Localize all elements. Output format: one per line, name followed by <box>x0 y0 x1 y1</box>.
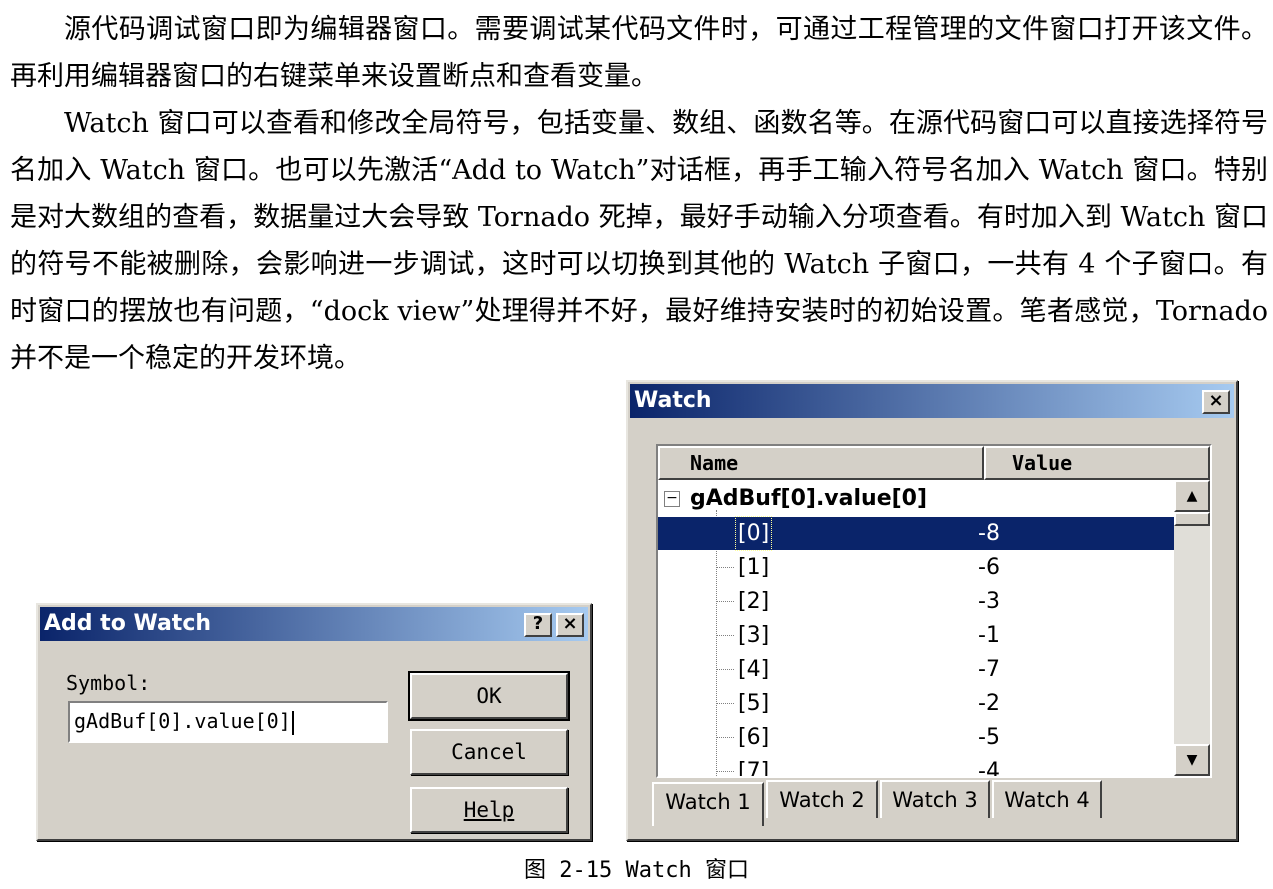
row-value[interactable]: -7 <box>978 653 1000 686</box>
tab-watch-4[interactable]: Watch 4 <box>992 780 1102 818</box>
row-value[interactable]: -1 <box>978 619 1000 652</box>
dialog-titlebar: Add to Watch ? × <box>40 607 588 641</box>
document-body: 源代码调试窗口即为编辑器窗口。需要调试某代码文件时，可通过工程管理的文件窗口打开… <box>10 6 1268 382</box>
symbol-input[interactable]: gAdBuf[0].value[0] <box>68 701 388 743</box>
row-value[interactable]: -6 <box>978 551 1000 584</box>
row-name: [6] <box>738 725 770 750</box>
tree-root-row[interactable]: − gAdBuf[0].value[0] <box>664 484 927 514</box>
table-row[interactable]: [5] -2 <box>658 687 1174 720</box>
tab-watch-3[interactable]: Watch 3 <box>880 780 990 818</box>
row-value[interactable]: -2 <box>978 687 1000 720</box>
table-row[interactable]: [7] -4 <box>658 755 1174 778</box>
table-row[interactable]: [4] -7 <box>658 653 1174 686</box>
ok-button[interactable]: OK <box>408 671 570 721</box>
root-symbol: gAdBuf[0].value[0] <box>690 486 928 511</box>
row-value[interactable]: -3 <box>978 585 1000 618</box>
help-button[interactable]: Help <box>410 787 568 833</box>
cancel-button[interactable]: Cancel <box>410 729 568 775</box>
row-value[interactable]: -8 <box>978 517 1000 550</box>
add-to-watch-dialog: Add to Watch ? × Symbol: gAdBuf[0].value… <box>36 603 592 841</box>
text-caret <box>291 710 294 735</box>
collapse-icon[interactable]: − <box>664 491 680 507</box>
row-name: [3] <box>738 623 770 648</box>
paragraph-1: 源代码调试窗口即为编辑器窗口。需要调试某代码文件时，可通过工程管理的文件窗口打开… <box>10 14 1268 92</box>
tab-watch-2[interactable]: Watch 2 <box>766 780 878 818</box>
paragraph-2: Watch 窗口可以查看和修改全局符号，包括变量、数组、函数名等。在源代码窗口可… <box>10 108 1268 374</box>
column-header-name[interactable]: Name <box>658 446 984 480</box>
scroll-thumb[interactable] <box>1174 512 1210 526</box>
symbol-label: Symbol: <box>66 671 151 695</box>
watch-window: Watch × Name Value − gAdBuf[0].value[0] [… <box>626 380 1238 841</box>
table-row[interactable]: [1] -6 <box>658 551 1174 584</box>
row-name: [7] <box>738 759 770 778</box>
row-value[interactable]: -4 <box>978 755 1000 776</box>
close-icon[interactable]: × <box>1202 390 1230 414</box>
scroll-down-icon[interactable]: ▼ <box>1174 744 1210 776</box>
table-row[interactable]: [0] -8 <box>658 516 1174 551</box>
close-icon[interactable]: × <box>556 613 584 637</box>
table-row[interactable]: [2] -3 <box>658 585 1174 618</box>
row-name: [1] <box>738 555 770 580</box>
row-value[interactable]: -5 <box>978 721 1000 754</box>
tab-watch-1[interactable]: Watch 1 <box>652 782 764 826</box>
table-row[interactable]: [6] -5 <box>658 721 1174 754</box>
row-name: [2] <box>738 589 770 614</box>
watch-list[interactable]: Name Value − gAdBuf[0].value[0] [0] -8 [1… <box>656 444 1212 778</box>
row-name: [4] <box>738 657 770 682</box>
table-row[interactable]: [3] -1 <box>658 619 1174 652</box>
vertical-scrollbar[interactable]: ▲ ▼ <box>1174 480 1210 776</box>
symbol-input-value: gAdBuf[0].value[0] <box>74 709 291 733</box>
row-name: [0] <box>734 516 773 551</box>
figure-caption: 图 2-15 Watch 窗口 <box>524 858 749 883</box>
help-question-icon[interactable]: ? <box>524 613 552 637</box>
watch-titlebar: Watch × <box>630 384 1234 418</box>
watch-title: Watch <box>634 388 712 413</box>
dialog-title: Add to Watch <box>44 611 212 636</box>
column-header-value[interactable]: Value <box>984 446 1210 480</box>
scroll-up-icon[interactable]: ▲ <box>1174 480 1210 512</box>
row-name: [5] <box>738 691 770 716</box>
